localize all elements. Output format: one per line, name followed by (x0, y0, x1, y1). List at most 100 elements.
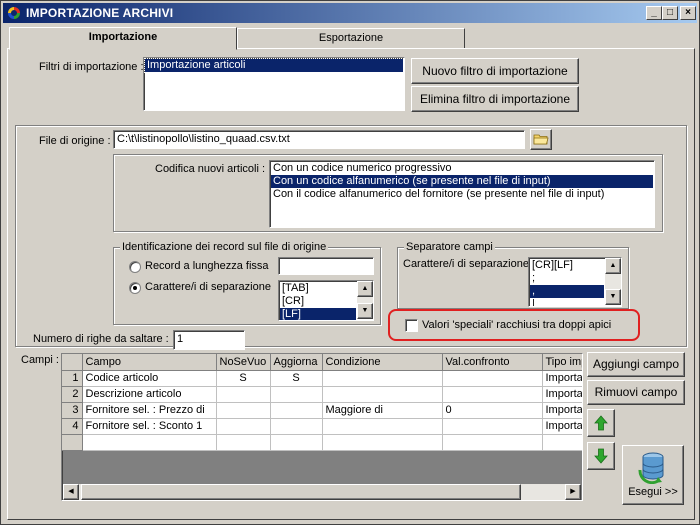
table-row[interactable]: 2 Descrizione articolo Importa (62, 386, 582, 403)
cell-val[interactable] (442, 386, 543, 403)
execute-button[interactable]: Esegui >> (622, 445, 684, 505)
table-row[interactable]: 4 Fornitore sel. : Sconto 1 Importa (62, 418, 582, 435)
cell-val[interactable]: 0 (442, 402, 543, 419)
header-aggiorna[interactable]: Aggiorna (270, 354, 323, 371)
cell-tipo[interactable] (542, 434, 582, 451)
cell-nosevuo[interactable] (216, 386, 271, 403)
tab-esportazione[interactable]: Esportazione (237, 28, 465, 49)
title-bar[interactable]: IMPORTAZIONE ARCHIVI _ □ × (3, 3, 697, 23)
encoding-list[interactable]: Con un codice numerico progressivo Con u… (269, 160, 655, 228)
cell-campo[interactable]: Codice articolo (82, 370, 217, 387)
quotes-checkbox-label: Valori 'speciali' racchiusi tra doppi ap… (422, 319, 612, 331)
header-campo[interactable]: Campo (82, 354, 217, 371)
add-field-button[interactable]: Aggiungi campo (587, 352, 685, 377)
cell-condizione[interactable]: Maggiore di (322, 402, 443, 419)
scroll-right-icon[interactable]: ▶ (565, 484, 581, 500)
cell-aggiorna[interactable] (270, 418, 323, 435)
header-val-confronto[interactable]: Val.confronto (442, 354, 543, 371)
list-item[interactable]: Con un codice numerico progressivo (271, 162, 653, 175)
separator-radio[interactable] (129, 282, 141, 294)
fields-table: Campo NoSeVuo Aggiorna Condizione Val.co… (62, 354, 582, 451)
record-id-title: Identificazione dei record sul file di o… (120, 241, 329, 253)
header-nosevuo[interactable]: NoSeVuo (216, 354, 271, 371)
field-separator-scrollbar[interactable]: ▲ ▼ (605, 258, 621, 305)
scroll-up-icon[interactable]: ▲ (357, 281, 373, 297)
table-row[interactable]: 3 Fornitore sel. : Prezzo di Maggiore di… (62, 402, 582, 419)
cell-aggiorna[interactable] (270, 402, 323, 419)
tab-importazione[interactable]: Importazione (9, 27, 237, 50)
remove-field-button[interactable]: Rimuovi campo (587, 380, 685, 405)
fixed-length-radio[interactable] (129, 261, 141, 273)
cell-campo[interactable]: Fornitore sel. : Prezzo di (82, 402, 217, 419)
scroll-up-icon[interactable]: ▲ (605, 258, 621, 274)
cell-campo[interactable]: Descrizione articolo (82, 386, 217, 403)
cell-nosevuo[interactable] (216, 434, 271, 451)
skip-rows-input[interactable]: 1 (173, 330, 245, 350)
fixed-length-input[interactable] (278, 257, 374, 275)
delete-filter-button[interactable]: Elimina filtro di importazione (411, 86, 579, 112)
source-file-label: File di origine : (39, 135, 111, 147)
new-filter-button[interactable]: Nuovo filtro di importazione (411, 58, 579, 84)
list-item[interactable]: [TAB] (280, 282, 356, 295)
arrow-down-icon (594, 448, 608, 464)
cell-aggiorna[interactable] (270, 434, 323, 451)
database-run-icon (638, 452, 664, 484)
scroll-thumb[interactable] (81, 484, 521, 500)
field-separator-list[interactable]: [CR][LF] ; , | ▲ ▼ (528, 257, 622, 307)
list-item[interactable]: | (530, 298, 604, 306)
cell-condizione[interactable] (322, 386, 443, 403)
table-row[interactable] (62, 434, 582, 451)
header-corner (62, 354, 83, 371)
record-separator-list[interactable]: [TAB] [CR] [LF] ▲ ▼ (278, 280, 374, 321)
import-window: IMPORTAZIONE ARCHIVI _ □ × Importazione … (0, 0, 700, 525)
arrow-up-icon (594, 415, 608, 431)
cell-val[interactable] (442, 418, 543, 435)
list-item[interactable]: Con il codice alfanumerico del fornitore… (271, 188, 653, 201)
quotes-checkbox[interactable] (405, 319, 418, 332)
row-number (62, 434, 83, 451)
header-condizione[interactable]: Condizione (322, 354, 443, 371)
list-item[interactable]: Con un codice alfanumerico (se presente … (271, 175, 653, 188)
scroll-down-icon[interactable]: ▼ (357, 303, 373, 319)
source-file-input[interactable]: C:\t\listinopollo\listino_quaad.csv.txt (113, 130, 525, 149)
cell-val[interactable] (442, 434, 543, 451)
list-item[interactable]: Importazione articoli (144, 58, 404, 73)
close-button[interactable]: × (680, 6, 696, 20)
cell-aggiorna[interactable] (270, 386, 323, 403)
grid-horizontal-scrollbar[interactable]: ◀ ▶ (63, 484, 581, 500)
scroll-left-icon[interactable]: ◀ (63, 484, 79, 500)
maximize-button[interactable]: □ (662, 6, 678, 20)
cell-condizione[interactable] (322, 418, 443, 435)
move-up-button[interactable] (587, 409, 615, 437)
list-item[interactable]: [CR][LF] (530, 259, 604, 272)
cell-nosevuo[interactable]: S (216, 370, 271, 387)
cell-tipo[interactable]: Importa (542, 418, 582, 435)
list-item[interactable]: , (530, 285, 604, 298)
cell-condizione[interactable] (322, 434, 443, 451)
cell-aggiorna[interactable]: S (270, 370, 323, 387)
record-separator-scrollbar[interactable]: ▲ ▼ (357, 281, 373, 319)
fixed-length-label: Record a lunghezza fissa (145, 260, 269, 272)
cell-val[interactable] (442, 370, 543, 387)
list-item[interactable]: [LF] (280, 308, 356, 320)
folder-icon (533, 134, 549, 145)
cell-tipo[interactable]: Importa (542, 370, 582, 387)
cell-nosevuo[interactable] (216, 418, 271, 435)
minimize-button[interactable]: _ (646, 6, 662, 20)
browse-button[interactable] (530, 129, 552, 150)
cell-campo[interactable]: Fornitore sel. : Sconto 1 (82, 418, 217, 435)
scroll-down-icon[interactable]: ▼ (605, 289, 621, 305)
cell-campo[interactable] (82, 434, 217, 451)
cell-condizione[interactable] (322, 370, 443, 387)
cell-nosevuo[interactable] (216, 402, 271, 419)
cell-tipo[interactable]: Importa (542, 386, 582, 403)
fields-grid[interactable]: Campo NoSeVuo Aggiorna Condizione Val.co… (61, 353, 583, 501)
filters-list[interactable]: Importazione articoli (143, 57, 405, 111)
table-row[interactable]: 1 Codice articolo S S Importa (62, 370, 582, 387)
cell-tipo[interactable]: Importa (542, 402, 582, 419)
header-tipo[interactable]: Tipo imp (542, 354, 582, 371)
encoding-label: Codifica nuovi articoli : (155, 163, 266, 175)
list-item[interactable]: [CR] (280, 295, 356, 308)
move-down-button[interactable] (587, 442, 615, 470)
list-item[interactable]: ; (530, 272, 604, 285)
